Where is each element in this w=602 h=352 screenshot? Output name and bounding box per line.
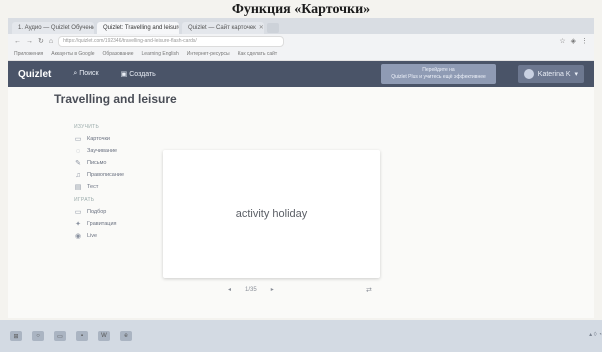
word-icon[interactable]: W (98, 331, 110, 341)
mode-label: Письмо (87, 160, 107, 166)
chevron-down-icon: ▾ (574, 71, 578, 78)
test-icon: ▤ (74, 184, 82, 191)
edge-icon[interactable]: e (120, 331, 132, 341)
bookmark-item[interactable]: Learning English (142, 51, 179, 57)
game-live[interactable]: ◉ Live (74, 230, 154, 242)
bookmark-item[interactable]: Образование (103, 51, 134, 57)
search-label: Поиск (79, 70, 99, 77)
bookmark-item[interactable]: Как сделать сайт (238, 51, 278, 57)
user-menu[interactable]: Katerina K ▾ (517, 65, 584, 83)
next-card-icon[interactable]: ▸ (271, 286, 274, 293)
game-label: Подбор (87, 209, 107, 215)
menu-icon[interactable]: ⋮ (581, 37, 588, 45)
card-progress: 1/35 (245, 286, 257, 293)
slide-title: Функция «Карточки» (231, 2, 371, 17)
tab-strip: 1. Аудио — Quizlet Обучение✕ Quizlet: Tr… (8, 18, 594, 34)
cards-icon: ▭ (74, 136, 82, 143)
tab-label: Quizlet — Сайт карточек (188, 25, 256, 31)
mode-flashcards[interactable]: ▭ Карточки (74, 133, 154, 145)
bookmark-item[interactable]: Приложения (14, 51, 43, 57)
match-icon: ▭ (74, 209, 82, 216)
bookmarks-bar: Приложения Аккаунты в Google Образование… (8, 48, 594, 61)
upgrade-banner[interactable]: Перейдите на Quizlet Plus и учитесь ещё … (381, 64, 496, 84)
mode-label: Правописание (87, 172, 125, 178)
tab-label: 1. Аудио — Quizlet Обучение (18, 25, 94, 31)
upgrade-line-2: Quizlet Plus и учитесь ещё эффективнее (391, 74, 486, 80)
forward-icon[interactable]: → (26, 38, 33, 45)
set-title: Travelling and leisure (54, 92, 177, 106)
mode-label: Заучивание (87, 148, 118, 154)
bookmark-item[interactable]: Интернет-ресурсы (187, 51, 230, 57)
learn-icon: ◌ (75, 147, 81, 155)
quizlet-header: Quizlet ⌕ Поиск ▣ Создать Перейдите на Q… (8, 61, 594, 87)
close-icon[interactable]: ✕ (259, 22, 264, 34)
create-link[interactable]: ▣ Создать (121, 70, 156, 78)
back-icon[interactable]: ← (14, 38, 21, 45)
game-label: Live (87, 233, 98, 239)
new-tab-button[interactable] (267, 23, 279, 33)
study-section-label: ИЗУЧИТЬ (74, 124, 100, 130)
create-label: Создать (129, 71, 156, 78)
browser-tab[interactable]: Quizlet — Сайт карточек ✕ (182, 22, 264, 34)
flashcard[interactable]: activity holiday (163, 150, 380, 278)
live-icon: ◉ (74, 233, 82, 240)
play-section-label: ИГРАТЬ (74, 197, 95, 203)
start-icon[interactable]: ⊞ (10, 331, 22, 341)
tab-label: Quizlet: Travelling and leisure (103, 25, 179, 31)
mode-spell[interactable]: ♫ Правописание (74, 169, 154, 181)
extension-icon[interactable]: ◈ (571, 37, 576, 45)
star-icon[interactable]: ☆ (559, 37, 565, 45)
avatar (523, 69, 534, 79)
gravity-icon: ✦ (75, 221, 81, 228)
store-icon[interactable]: ▪ (76, 331, 88, 341)
game-label: Гравитация (87, 221, 117, 227)
shuffle-icon[interactable]: ⇄ (366, 286, 372, 294)
system-tray-icon[interactable]: ▴ ◊ ◔ (589, 331, 602, 338)
game-match[interactable]: ▭ Подбор (74, 206, 154, 218)
search-icon: ⌕ (73, 70, 78, 77)
search-link[interactable]: ⌕ Поиск (73, 70, 98, 78)
quizlet-logo[interactable]: Quizlet (18, 69, 51, 80)
mode-learn[interactable]: ◌ Заучивание (74, 145, 154, 157)
write-icon: ✎ (75, 160, 81, 167)
study-modes-nav: ИЗУЧИТЬ ▭ Карточки ◌ Заучивание ✎ Письмо ♫ П… (74, 120, 154, 242)
game-gravity[interactable]: ✦ Гравитация (74, 218, 154, 230)
home-icon[interactable]: ⌂ (49, 38, 53, 45)
mode-write[interactable]: ✎ Письмо (74, 157, 154, 169)
mode-test[interactable]: ▤ Тест (74, 181, 154, 193)
mode-label: Карточки (87, 136, 110, 142)
user-name: Katerina K (537, 70, 571, 78)
search-icon[interactable]: ○ (32, 331, 44, 341)
url-input[interactable]: https://quizlet.com/192346/travelling-an… (58, 35, 285, 47)
previous-card-icon[interactable]: ◂ (228, 286, 231, 293)
flashcard-term: activity holiday (235, 208, 308, 220)
browser-tab[interactable]: 1. Аудио — Quizlet Обучение✕ (12, 22, 94, 34)
bookmark-item[interactable]: Аккаунты в Google (51, 51, 94, 57)
card-controls: ◂ 1/35 ▸ (228, 286, 274, 294)
taskbar: ⊞ ○ ▭ ▪ W e ▴ ◊ ◔ (0, 320, 602, 352)
upgrade-line-1: Перейдите на (422, 67, 455, 73)
spell-icon: ♫ (75, 171, 81, 179)
create-icon: ▣ (120, 71, 128, 78)
mode-label: Тест (87, 184, 99, 190)
reload-icon[interactable]: ↻ (38, 37, 44, 45)
browser-tab-active[interactable]: Quizlet: Travelling and leisure✕ (97, 22, 179, 34)
address-bar: ← → ↻ ⌂ https://quizlet.com/192346/trave… (8, 34, 594, 48)
folder-icon[interactable]: ▭ (54, 331, 66, 341)
